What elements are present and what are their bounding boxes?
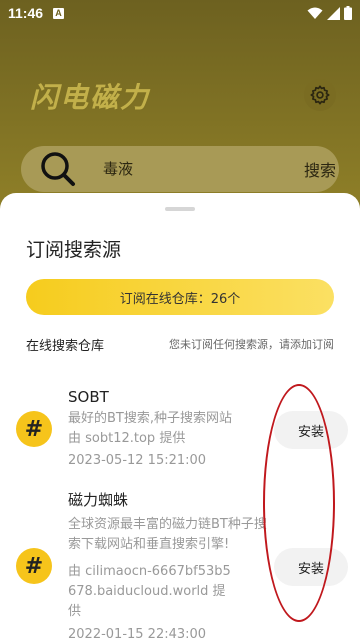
source-provider: 由 sobt12.top 提供: [68, 431, 186, 446]
section-hint: 您未订阅任何搜索源，请添加订阅: [169, 338, 334, 351]
sheet-drag-handle[interactable]: [165, 207, 195, 211]
online-repo-button[interactable]: 订阅在线仓库：26个: [26, 279, 334, 315]
notification-icon: A: [53, 7, 65, 19]
section-title: 在线搜索仓库: [26, 339, 105, 354]
subscribe-sources-sheet: 订阅搜索源 订阅在线仓库：26个 在线搜索仓库 您未订阅任何搜索源，请添加订阅 …: [0, 193, 360, 640]
install-button[interactable]: 安装: [274, 548, 348, 586]
status-bar: 11:46 A: [0, 0, 360, 26]
search-input[interactable]: [103, 159, 283, 177]
app-title: 闪电磁力: [30, 81, 151, 114]
search-icon[interactable]: [39, 150, 79, 190]
source-description: 最好的BT搜索,种子搜索网站: [68, 411, 232, 426]
install-button[interactable]: 安装: [274, 411, 348, 449]
source-name: 磁力蜘蛛: [68, 491, 129, 509]
search-bar: 搜索: [21, 146, 339, 192]
wifi-icon: [307, 7, 323, 19]
hash-icon: #: [16, 548, 52, 584]
source-date: 2022-01-15 22:43:00: [68, 627, 207, 640]
gear-icon: [310, 85, 330, 105]
source-name: SOBT: [68, 388, 109, 406]
source-provider: 由 cilimaocn-6667bf53b5678.baiducloud.wor…: [68, 564, 231, 619]
settings-button[interactable]: [304, 79, 336, 111]
sheet-title: 订阅搜索源: [26, 239, 122, 261]
status-time: 11:46: [8, 5, 44, 21]
search-button[interactable]: 搜索: [304, 157, 336, 181]
battery-icon: [344, 6, 352, 20]
source-date: 2023-05-12 15:21:00: [68, 453, 207, 468]
signal-icon: [327, 6, 340, 20]
source-description: 全球资源最丰富的磁力链BT种子搜索下载网站和垂直搜索引擎!: [68, 517, 267, 552]
status-icons: [307, 6, 352, 20]
hash-icon: #: [16, 411, 52, 447]
